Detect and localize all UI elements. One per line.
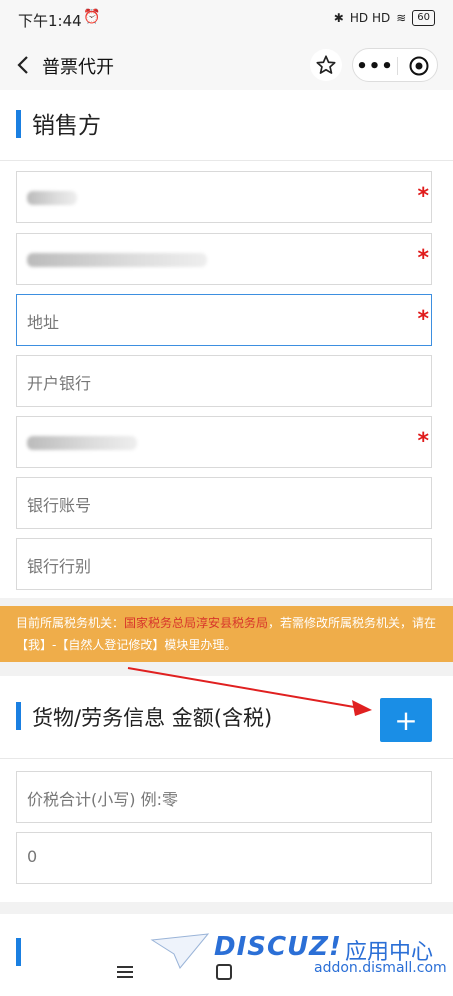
required-mark: * — [417, 246, 429, 271]
bank-name-placeholder: 开户银行 — [27, 374, 92, 393]
home-icon[interactable] — [216, 964, 232, 980]
bank-account-field[interactable]: 银行账号 — [16, 477, 432, 529]
notice-tax-office[interactable]: 国家税务总局淳安县税务局 — [124, 616, 268, 630]
bluetooth-icon: ✱ — [333, 11, 344, 25]
bank-type-placeholder: 银行行别 — [27, 557, 92, 576]
status-bar: 下午1:44 ⏰ ✱ HD HD ≋ 60 — [0, 0, 453, 40]
section-accent-bar — [16, 702, 21, 730]
capsule-divider — [397, 57, 398, 75]
required-mark: * — [417, 307, 429, 332]
section-accent-bar — [16, 110, 21, 138]
star-outline-icon — [316, 55, 336, 74]
amount-value: 0 — [27, 847, 38, 866]
required-mark: * — [417, 429, 429, 454]
back-chevron-icon[interactable] — [12, 52, 38, 78]
amount-value-field[interactable]: 0 — [16, 832, 432, 884]
seller-taxid-field[interactable]: * — [16, 233, 432, 285]
divider — [0, 160, 453, 161]
divider — [0, 758, 453, 759]
status-icons: ✱ HD HD ≋ 60 — [334, 10, 435, 26]
redacted-value — [27, 191, 77, 205]
bank-account-placeholder: 银行账号 — [27, 496, 92, 515]
seller-header: 销售方 — [0, 90, 453, 160]
notice-prefix: 目前所属税务机关： — [16, 616, 125, 630]
address-field[interactable]: 地址 * — [16, 294, 432, 346]
goods-title: 货物/劳务信息 金额(含税) — [32, 706, 273, 730]
mini-program-close-icon[interactable] — [409, 56, 429, 76]
menu-icon[interactable] — [116, 964, 134, 980]
mini-program-capsule: ••• — [352, 48, 438, 82]
add-goods-button[interactable]: + — [380, 698, 432, 742]
bank-type-field[interactable]: 银行行别 — [16, 538, 432, 590]
total-amount-field[interactable]: 价税合计(小写) 例:零 — [16, 771, 432, 823]
system-nav-bar — [0, 952, 453, 996]
total-amount-placeholder: 价税合计(小写) 例:零 — [27, 790, 178, 809]
signal-icon: HD HD — [349, 11, 391, 25]
page-title: 普票代开 — [42, 57, 114, 78]
battery-indicator: 60 — [412, 10, 435, 26]
status-time: 下午1:44 — [18, 12, 82, 30]
tax-office-notice: 目前所属税务机关：国家税务总局淳安县税务局，若需修改所属税务机关，请在【我】-【… — [0, 606, 453, 662]
alarm-icon: ⏰ — [83, 9, 101, 25]
redacted-value — [27, 436, 137, 450]
redacted-value — [27, 253, 207, 267]
required-mark: * — [417, 184, 429, 209]
seller-name-field[interactable]: * — [16, 171, 432, 223]
more-icon[interactable]: ••• — [353, 49, 397, 83]
wifi-icon: ≋ — [396, 11, 407, 25]
bank-name-field[interactable]: 开户银行 — [16, 355, 432, 407]
star-icon[interactable] — [310, 49, 342, 81]
address-placeholder: 地址 — [27, 313, 60, 332]
navigation-bar: 普票代开 ••• — [0, 40, 453, 90]
phone-field[interactable]: * — [16, 416, 432, 468]
seller-title: 销售方 — [32, 113, 101, 139]
